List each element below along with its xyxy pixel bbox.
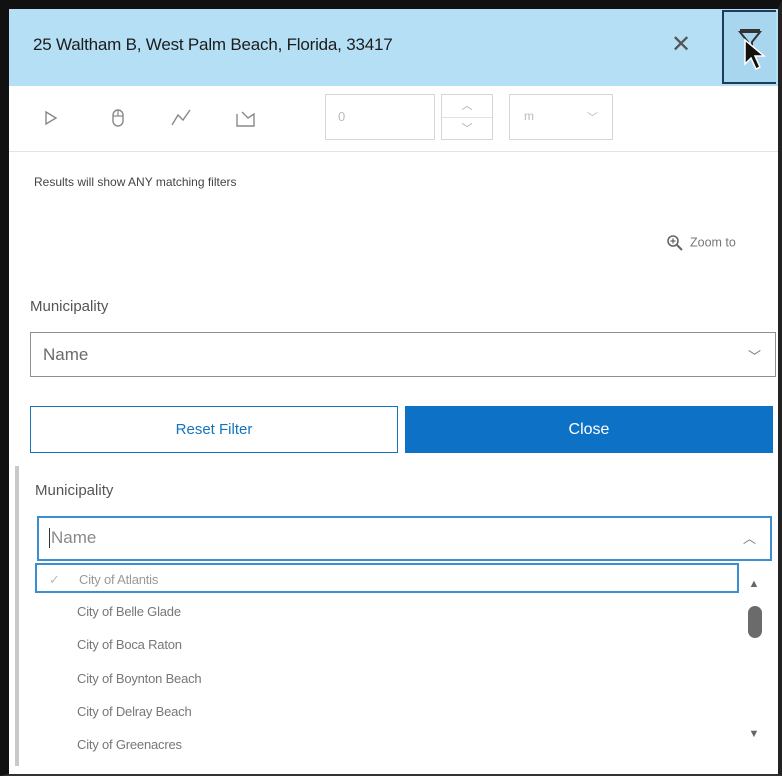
unit-value: m (524, 109, 534, 123)
distance-stepper[interactable]: ︿ ﹀ (441, 94, 493, 140)
polygon-icon[interactable] (233, 106, 257, 130)
dropdown-municipality-label: Municipality (35, 482, 114, 499)
municipality-label: Municipality (30, 298, 109, 315)
chevron-down-icon: ﹀ (587, 112, 598, 124)
play-icon[interactable] (39, 106, 63, 130)
municipality-options-list: ✓ City of Atlantis City of Belle Glade C… (35, 563, 771, 767)
list-item[interactable]: City of Greenacres (35, 730, 739, 760)
address-title: 25 Waltham B, West Palm Beach, Florida, … (33, 35, 393, 54)
check-icon: ✓ (49, 572, 60, 587)
reset-filter-button[interactable]: Reset Filter (30, 406, 398, 453)
chevron-up-icon[interactable]: ︿ (442, 95, 492, 118)
results-note: Results will show ANY matching filters (34, 175, 237, 189)
close-icon[interactable]: ✕ (664, 27, 698, 63)
search-input-placeholder: Name (49, 528, 97, 548)
list-item[interactable]: City of Belle Glade (35, 597, 739, 627)
mouse-icon[interactable] (106, 106, 130, 130)
scrollbar-thumb[interactable] (748, 606, 762, 638)
chevron-up-icon: ︿ (742, 531, 756, 546)
measure-toolbar: 0 ︿ ﹀ m ﹀ (9, 86, 778, 152)
chevron-down-icon: ﹀ (747, 349, 761, 364)
close-button[interactable]: Close (405, 406, 773, 453)
chevron-down-icon[interactable]: ﹀ (442, 118, 492, 140)
municipality-select[interactable]: Name ﹀ (30, 332, 776, 377)
list-item[interactable]: City of Boca Raton (35, 630, 739, 660)
mouse-cursor-icon (744, 38, 767, 71)
polyline-icon[interactable] (169, 106, 193, 130)
scroll-down-arrow-icon[interactable]: ▼ (741, 728, 767, 744)
overlay-edge (15, 466, 19, 766)
zoom-to-link[interactable]: Zoom to (666, 234, 736, 252)
zoom-to-label: Zoom to (690, 235, 736, 250)
list-item[interactable]: ✓ City of Atlantis (35, 563, 739, 593)
list-item[interactable]: City of Delray Beach (35, 697, 739, 727)
unit-select[interactable]: m ﹀ (509, 94, 613, 140)
list-item[interactable]: City of Boynton Beach (35, 664, 739, 694)
zoom-icon (667, 235, 683, 251)
panel-header: 25 Waltham B, West Palm Beach, Florida, … (9, 9, 778, 86)
distance-input[interactable]: 0 (325, 94, 435, 140)
municipality-select-value: Name (43, 345, 89, 364)
municipality-search-input[interactable]: Name ︿ (37, 516, 772, 561)
scroll-up-arrow-icon[interactable]: ▲ (741, 578, 767, 594)
